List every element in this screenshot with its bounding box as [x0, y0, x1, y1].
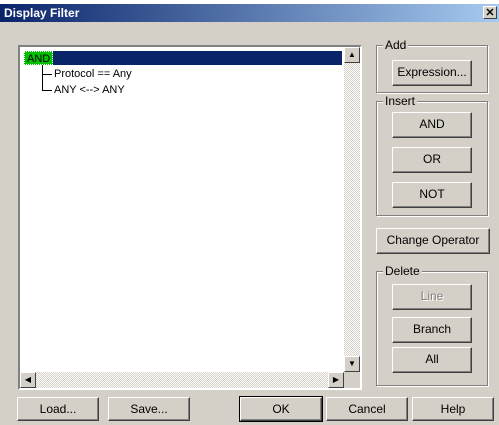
add-group-label: Add	[383, 38, 409, 52]
save-button[interactable]: Save...	[108, 397, 190, 421]
close-icon: ✕	[485, 7, 495, 19]
tree-node-address[interactable]: ANY <--> ANY	[54, 83, 125, 97]
delete-branch-button[interactable]: Branch	[392, 317, 472, 343]
arrow-left-icon: ◀	[24, 375, 32, 384]
tree-branch-line	[42, 90, 52, 91]
scrollbar-corner	[344, 372, 360, 388]
scroll-down-button[interactable]: ▼	[344, 356, 360, 372]
expression-button[interactable]: Expression...	[392, 60, 472, 86]
scroll-left-button[interactable]: ◀	[20, 372, 36, 388]
load-button[interactable]: Load...	[17, 397, 99, 421]
close-button[interactable]: ✕	[483, 6, 497, 19]
title-bar: Display Filter ✕	[0, 4, 499, 22]
insert-not-button[interactable]: NOT	[392, 182, 472, 208]
help-button[interactable]: Help	[412, 397, 494, 421]
tree-branch-line	[42, 74, 52, 75]
selected-row-highlight	[24, 51, 342, 65]
cancel-button[interactable]: Cancel	[326, 397, 408, 421]
insert-and-button[interactable]: AND	[392, 112, 472, 138]
tree-root-node[interactable]: AND	[24, 51, 54, 65]
horizontal-scrollbar[interactable]: ◀ ▶	[20, 372, 344, 388]
arrow-right-icon: ▶	[332, 375, 340, 384]
arrow-down-icon: ▼	[348, 359, 356, 368]
delete-group-label: Delete	[383, 264, 422, 278]
vertical-scrollbar[interactable]: ▲ ▼	[344, 47, 360, 372]
display-filter-dialog: Display Filter ✕ AND Protocol == Any ANY…	[0, 4, 499, 425]
filter-tree[interactable]: AND Protocol == Any ANY <--> ANY ▲ ▼ ◀ ▶	[18, 45, 362, 390]
change-operator-button[interactable]: Change Operator	[376, 228, 490, 254]
window-title: Display Filter	[4, 6, 80, 20]
delete-all-button[interactable]: All	[392, 347, 472, 373]
insert-or-button[interactable]: OR	[392, 147, 472, 173]
scroll-right-button[interactable]: ▶	[328, 372, 344, 388]
delete-line-button[interactable]: Line	[392, 284, 472, 310]
arrow-up-icon: ▲	[348, 50, 356, 59]
ok-button[interactable]: OK	[239, 396, 323, 422]
insert-group-label: Insert	[383, 94, 418, 108]
tree-branch-line	[42, 65, 43, 90]
scroll-up-button[interactable]: ▲	[344, 47, 360, 63]
tree-node-protocol[interactable]: Protocol == Any	[54, 67, 132, 81]
